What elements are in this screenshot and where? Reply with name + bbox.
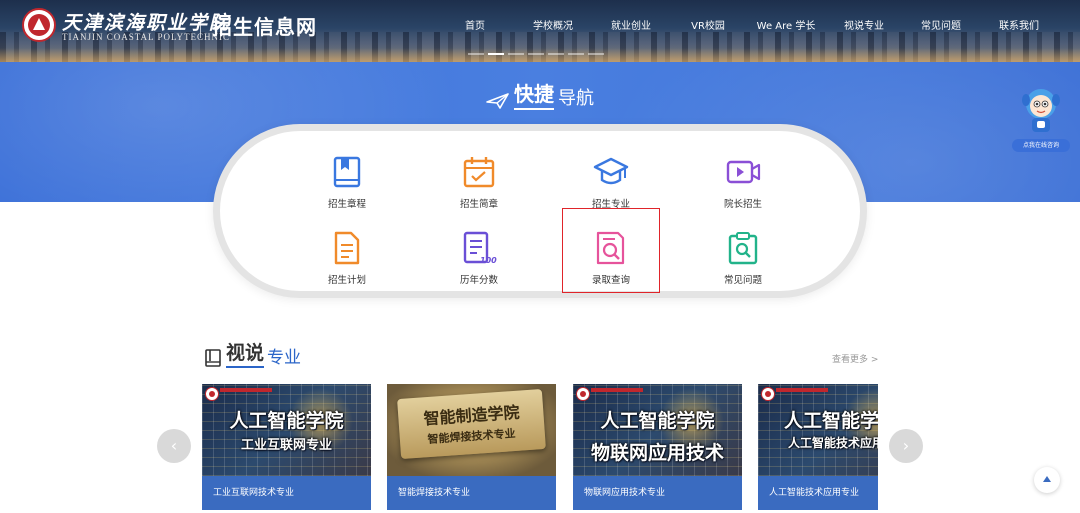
video-card-industrial-internet[interactable]: 人工智能学院 工业互联网专业 工业互联网技术专业 — [202, 384, 371, 510]
document-icon — [334, 231, 360, 265]
video-card-caption: 工业互联网技术专业 — [202, 476, 371, 510]
quick-nav-label: 院长招生 — [723, 199, 762, 210]
quick-nav-label: 招生计划 — [327, 275, 366, 286]
quick-nav-label: 招生简章 — [459, 199, 498, 210]
nav-indicator — [0, 53, 1080, 56]
video-majors-title: 视说 专业 — [203, 338, 301, 368]
thumbnail-subtitle: 物联网应用技术 — [590, 442, 724, 464]
thumbnail-subtitle: 工业互联网专业 — [240, 438, 332, 453]
mascot-pill-label: 点我在线咨询 — [1012, 139, 1070, 152]
quick-nav-item-admission-charter[interactable]: 招生章程 — [298, 144, 396, 226]
graduation-cap-icon — [593, 157, 629, 185]
nav-item-contact[interactable]: 联系我们 — [999, 17, 1039, 32]
video-camera-icon — [726, 160, 761, 184]
quick-nav-label: 历年分数 — [459, 275, 498, 286]
video-thumbnail: 人工智能学院 工业互联网专业 — [202, 384, 371, 476]
nav-item-video-majors[interactable]: 视说专业 — [844, 17, 884, 32]
quick-nav-item-admission-plan[interactable]: 招生计划 — [298, 220, 396, 302]
school-name-en: TIANJIN COASTAL POLYTECHNIC — [62, 32, 231, 42]
quick-nav-item-admission-query[interactable]: 录取查询 — [562, 208, 660, 293]
video-card-iot[interactable]: 人工智能学院 物联网应用技术 物联网应用技术专业 — [573, 384, 742, 510]
book-outline-icon — [205, 349, 221, 367]
thumbnail-title: 人工智能学院 — [600, 410, 715, 432]
quick-nav-title-light: 导航 — [558, 88, 594, 109]
quick-nav-panel: 招生章程 招生简章 招生专业 院长招生 招生计划 100 历年分数 录取查询 常… — [213, 124, 867, 298]
search-document-icon — [596, 231, 625, 265]
quick-nav-item-faq[interactable]: 常见问题 — [694, 220, 792, 302]
site-header: 天津滨海职业学院 TIANJIN COASTAL POLYTECHNIC 招生信… — [0, 0, 1080, 62]
nav-item-about[interactable]: 学校概况 — [533, 17, 573, 32]
quick-nav-label: 常见问题 — [723, 275, 762, 286]
nav-item-career[interactable]: 就业创业 — [611, 17, 651, 32]
quick-nav-label: 招生章程 — [327, 199, 366, 210]
video-card-caption: 人工智能技术应用专业 — [758, 476, 878, 510]
mascot-icon — [1022, 89, 1060, 132]
carousel-next-button[interactable]: › — [889, 429, 923, 463]
nav-item-home[interactable]: 首页 — [465, 17, 485, 32]
video-thumbnail: 人工智能学 人工智能技术应用 — [758, 384, 878, 476]
video-majors-title-strong: 视说 — [226, 338, 265, 368]
svg-text:100: 100 — [480, 256, 497, 265]
thumbnail-subtitle: 人工智能技术应用 — [788, 436, 878, 450]
quick-nav-title-strong: 快捷 — [514, 78, 554, 110]
video-card-caption: 智能焊接技术专业 — [387, 476, 556, 510]
quick-nav-label: 录取查询 — [591, 275, 630, 286]
thumbnail-title: 人工智能学院 — [229, 410, 344, 432]
carousel-prev-button[interactable]: ‹ — [157, 429, 191, 463]
video-majors-title-light: 专业 — [267, 348, 302, 368]
video-card-caption: 物联网应用技术专业 — [573, 476, 742, 510]
nav-item-faq[interactable]: 常见问题 — [921, 17, 961, 32]
view-more-link[interactable]: 查看更多 > — [832, 352, 878, 365]
book-icon — [333, 156, 361, 188]
nav-item-we-are[interactable]: We Are 学长 — [757, 17, 816, 32]
calendar-check-icon — [463, 157, 495, 188]
quick-nav-item-historical-scores[interactable]: 100 历年分数 — [430, 220, 528, 302]
mascot-consult-button[interactable]: 点我在线咨询 — [1012, 84, 1070, 152]
thumbnail-title: 人工智能学 — [784, 410, 878, 432]
video-thumbnail: 智能制造学院 智能焊接技术专业 — [387, 384, 556, 476]
score-list-icon: 100 — [463, 231, 497, 265]
quick-nav-item-admission-brochure[interactable]: 招生简章 — [430, 144, 528, 226]
back-to-top-button[interactable] — [1034, 467, 1060, 493]
video-card-smart-welding[interactable]: 智能制造学院 智能焊接技术专业 智能焊接技术专业 — [387, 384, 556, 510]
quick-nav-title: 快捷 导航 — [0, 78, 1080, 114]
video-thumbnail: 人工智能学院 物联网应用技术 — [573, 384, 742, 476]
paper-plane-icon — [486, 93, 509, 109]
quick-nav-item-dean-recruitment[interactable]: 院长招生 — [694, 144, 792, 226]
nav-item-vr-campus[interactable]: VR校园 — [691, 17, 725, 32]
main-nav: 首页 学校概况 就业创业 VR校园 We Are 学长 视说专业 常见问题 联系… — [0, 17, 1080, 33]
clipboard-search-icon — [728, 232, 758, 265]
video-card-ai-application[interactable]: 人工智能学 人工智能技术应用 人工智能技术应用专业 — [758, 384, 878, 510]
